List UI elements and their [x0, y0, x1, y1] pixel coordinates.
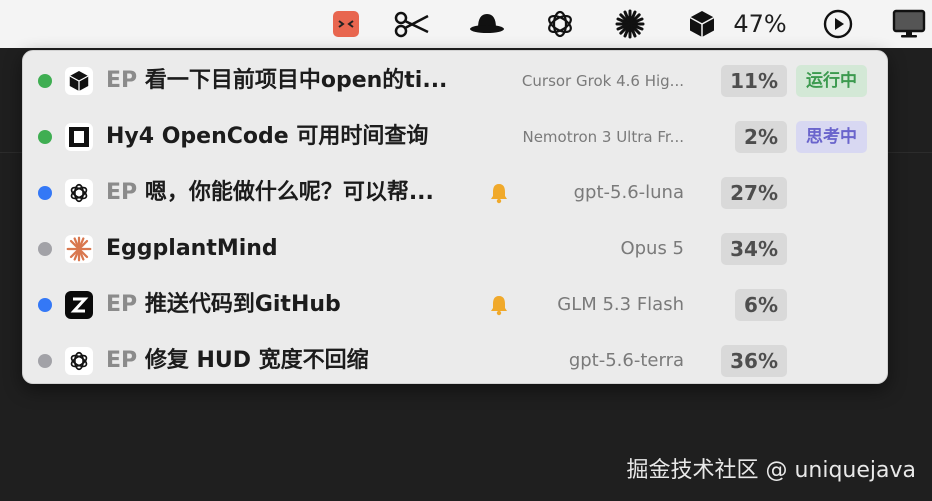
zhipu-icon — [65, 291, 93, 319]
context-percent-badge: 36% — [721, 345, 787, 377]
session-title-text: 推送代码到GitHub — [144, 292, 341, 317]
session-title: Hy4 OpenCode 可用时间查询 — [106, 122, 486, 152]
status-dot — [38, 186, 52, 200]
context-percent-badge: 11% — [721, 65, 787, 97]
session-title-text: EggplantMind — [106, 236, 278, 261]
opencode-icon — [65, 123, 93, 151]
model-name: Nemotron 3 Ultra Fr... — [522, 128, 684, 146]
status-dot — [38, 74, 52, 88]
project-prefix: EP — [106, 348, 138, 373]
session-title-text: 修复 HUD 宽度不回缩 — [144, 348, 369, 373]
menu-bar: 47% — [0, 0, 932, 48]
status-badge: 思考中 — [796, 121, 867, 153]
session-title: EP 修复 HUD 宽度不回缩 — [106, 346, 486, 376]
session-row[interactable]: EP 推送代码到GitHub GLM 5.3 Flash 6% — [23, 277, 889, 333]
openai-icon — [65, 179, 93, 207]
watermark: 掘金技术社区 @ uniquejava — [626, 458, 916, 483]
context-percent-badge: 2% — [735, 121, 787, 153]
hud-panel: EP 看一下目前项目中open的ti... Cursor Grok 4.6 Hig… — [22, 50, 888, 384]
status-dot — [38, 298, 52, 312]
model-name: Opus 5 — [620, 238, 684, 259]
project-prefix: EP — [106, 292, 138, 317]
context-percent-badge: 34% — [721, 233, 787, 265]
session-row[interactable]: EggplantMind Opus 5 34% — [23, 221, 889, 277]
session-row[interactable]: EP 看一下目前项目中open的ti... Cursor Grok 4.6 Hig… — [23, 53, 889, 109]
battery-percent[interactable]: 47% — [730, 6, 790, 42]
app-face-icon[interactable] — [333, 6, 359, 42]
session-title: EP 嗯，你能做什么呢？可以帮... — [106, 178, 486, 208]
status-dot — [38, 242, 52, 256]
context-percent-badge: 27% — [721, 177, 787, 209]
model-name: Cursor Grok 4.6 Hig... — [521, 72, 684, 90]
session-title: EP 推送代码到GitHub — [106, 290, 486, 320]
project-prefix: EP — [106, 180, 138, 205]
bell-icon — [489, 294, 509, 316]
openai-icon — [65, 347, 93, 375]
session-title-text: 看一下目前项目中open的ti... — [144, 68, 448, 93]
session-title: EggplantMind — [106, 234, 486, 264]
status-dot — [38, 354, 52, 368]
context-percent-badge: 6% — [735, 289, 787, 321]
play-icon[interactable] — [823, 6, 853, 42]
project-prefix: EP — [106, 68, 138, 93]
model-name: gpt-5.6-luna — [573, 182, 684, 203]
scissors-icon[interactable] — [394, 6, 430, 42]
bell-icon — [489, 182, 509, 204]
session-title: EP 看一下目前项目中open的ti... — [106, 66, 486, 96]
cube-icon[interactable] — [688, 6, 716, 42]
model-name: GLM 5.3 Flash — [557, 294, 684, 315]
session-row[interactable]: EP 修复 HUD 宽度不回缩 gpt-5.6-terra 36% — [23, 333, 889, 389]
openai-icon[interactable] — [543, 6, 577, 42]
session-row[interactable]: EP 嗯，你能做什么呢？可以帮... gpt-5.6-luna 27% — [23, 165, 889, 221]
cube-icon — [65, 67, 93, 95]
asterisk-icon[interactable] — [614, 6, 646, 42]
hat-icon[interactable] — [469, 6, 505, 42]
claude-icon — [65, 235, 93, 263]
model-name: gpt-5.6-terra — [568, 350, 684, 371]
status-dot — [38, 130, 52, 144]
display-icon[interactable] — [892, 6, 926, 42]
session-title-text: Hy4 OpenCode 可用时间查询 — [106, 124, 429, 149]
session-title-text: 嗯，你能做什么呢？可以帮... — [144, 180, 434, 205]
session-row[interactable]: Hy4 OpenCode 可用时间查询 Nemotron 3 Ultra Fr..… — [23, 109, 889, 165]
status-badge: 运行中 — [796, 65, 867, 97]
